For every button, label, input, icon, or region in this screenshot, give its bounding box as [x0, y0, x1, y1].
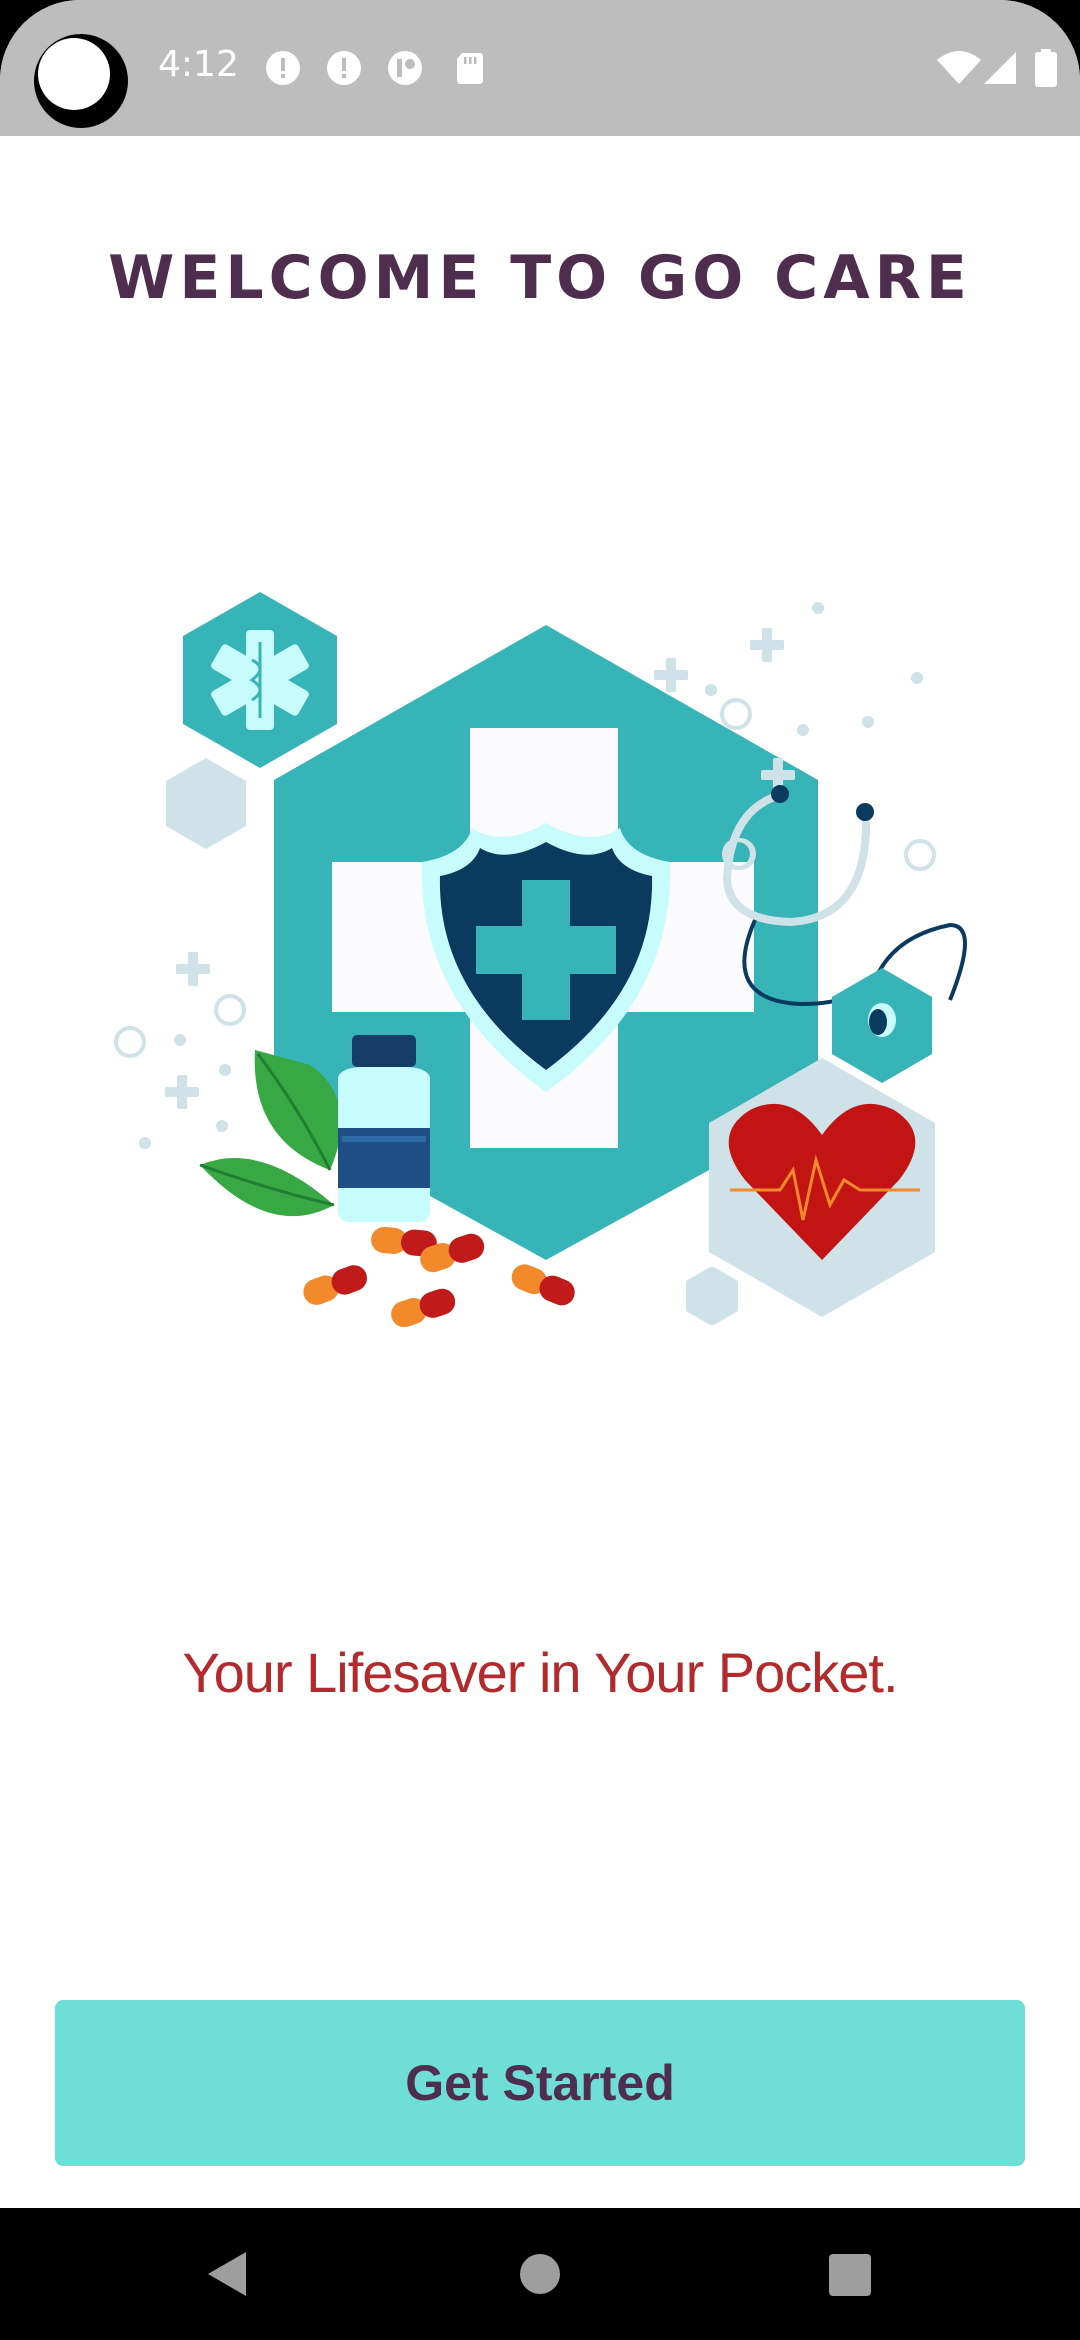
cell-signal-icon	[984, 52, 1016, 84]
app-screen: 4:12 WELCOME TO GO CARE Your Lifesaver i…	[0, 0, 1080, 2340]
status-time: 4:12	[158, 44, 239, 85]
decor-hexagon-shape	[166, 758, 246, 849]
sd-card-icon	[457, 53, 483, 84]
status-bar: 4:12	[0, 0, 1080, 136]
app-notification-icon	[388, 51, 422, 85]
medical-illustration	[114, 592, 967, 1328]
back-icon[interactable]	[196, 2242, 260, 2306]
wifi-icon	[937, 51, 981, 84]
navigation-bar	[0, 2208, 1080, 2340]
alert-circle-icon	[266, 51, 300, 85]
get-started-button[interactable]: Get Started	[55, 2000, 1025, 2166]
leaf-icon	[199, 1050, 342, 1217]
battery-icon	[1035, 49, 1057, 87]
camera-cutout	[34, 34, 128, 128]
home-icon[interactable]	[508, 2242, 572, 2306]
page-title: WELCOME TO GO CARE	[108, 243, 972, 313]
tagline: Your Lifesaver in Your Pocket.	[182, 1641, 898, 1704]
alert-circle-icon	[327, 51, 361, 85]
recents-icon[interactable]	[817, 2242, 881, 2306]
